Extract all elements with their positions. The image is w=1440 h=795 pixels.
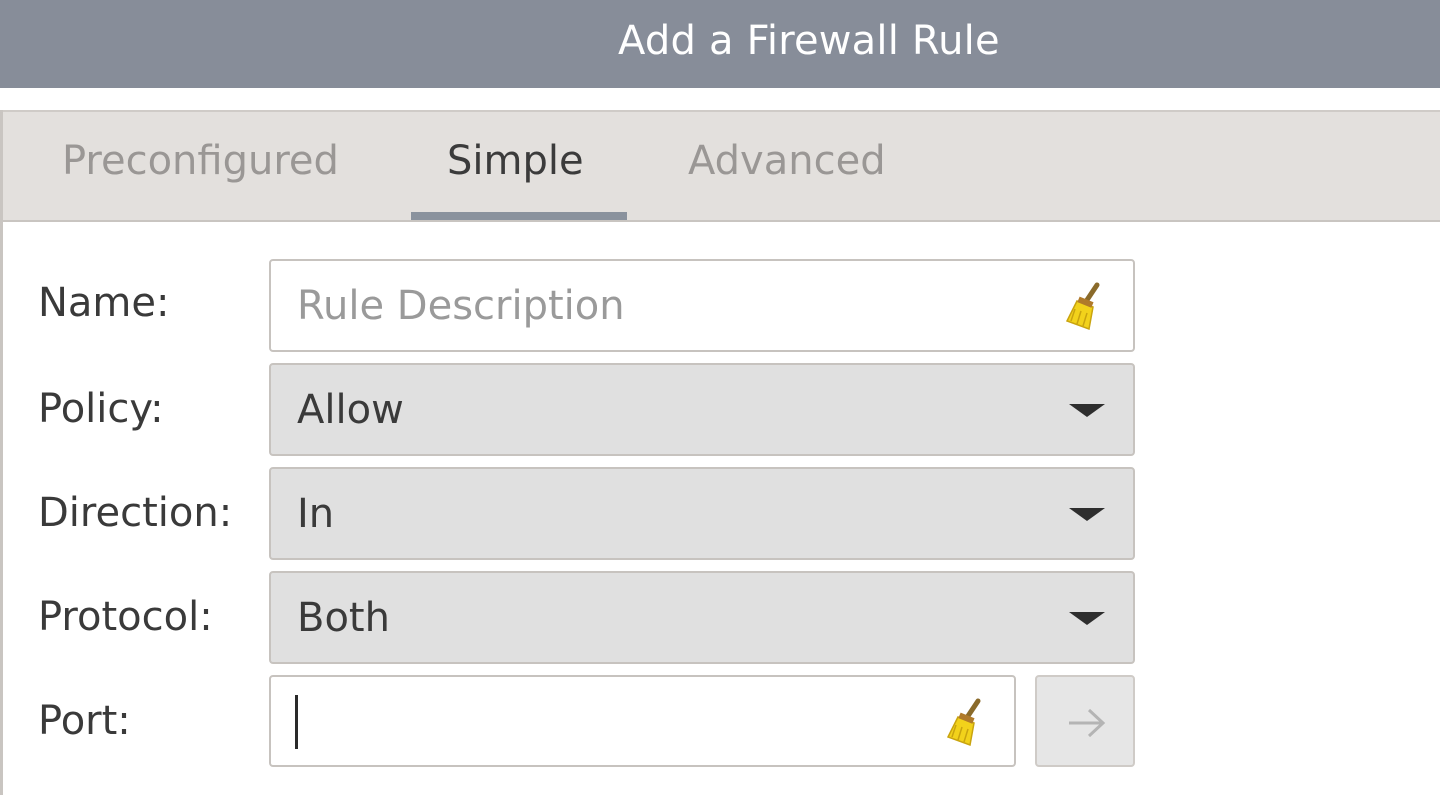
chevron-down-icon bbox=[1069, 612, 1105, 625]
tab-simple[interactable]: Simple bbox=[447, 138, 584, 184]
name-label: Name: bbox=[38, 280, 170, 326]
direction-label: Direction: bbox=[38, 490, 233, 536]
tab-preconfigured[interactable]: Preconfigured bbox=[62, 138, 339, 184]
arrow-right-icon bbox=[1069, 708, 1106, 738]
titlebar-separator bbox=[0, 88, 1440, 112]
tab-advanced[interactable]: Advanced bbox=[688, 138, 886, 184]
text-cursor bbox=[295, 695, 298, 749]
direction-dropdown[interactable]: In bbox=[269, 467, 1135, 560]
port-go-button[interactable] bbox=[1035, 675, 1135, 767]
chevron-down-icon bbox=[1069, 404, 1105, 417]
broom-clear-icon[interactable] bbox=[1063, 281, 1107, 333]
port-input[interactable] bbox=[269, 675, 1016, 767]
policy-label: Policy: bbox=[38, 386, 164, 432]
active-tab-indicator bbox=[411, 212, 627, 220]
broom-clear-icon[interactable] bbox=[944, 697, 988, 749]
policy-dropdown[interactable]: Allow bbox=[269, 363, 1135, 456]
name-input-placeholder: Rule Description bbox=[297, 283, 625, 329]
dialog-left-border bbox=[0, 110, 3, 795]
port-label: Port: bbox=[38, 698, 131, 744]
direction-selected-value: In bbox=[297, 491, 335, 537]
protocol-label: Protocol: bbox=[38, 594, 213, 640]
name-input[interactable]: Rule Description bbox=[269, 259, 1135, 352]
chevron-down-icon bbox=[1069, 508, 1105, 521]
policy-selected-value: Allow bbox=[297, 387, 404, 433]
protocol-dropdown[interactable]: Both bbox=[269, 571, 1135, 664]
window-titlebar[interactable]: Add a Firewall Rule bbox=[0, 0, 1440, 88]
window-title: Add a Firewall Rule bbox=[618, 18, 1000, 64]
protocol-selected-value: Both bbox=[297, 595, 390, 641]
